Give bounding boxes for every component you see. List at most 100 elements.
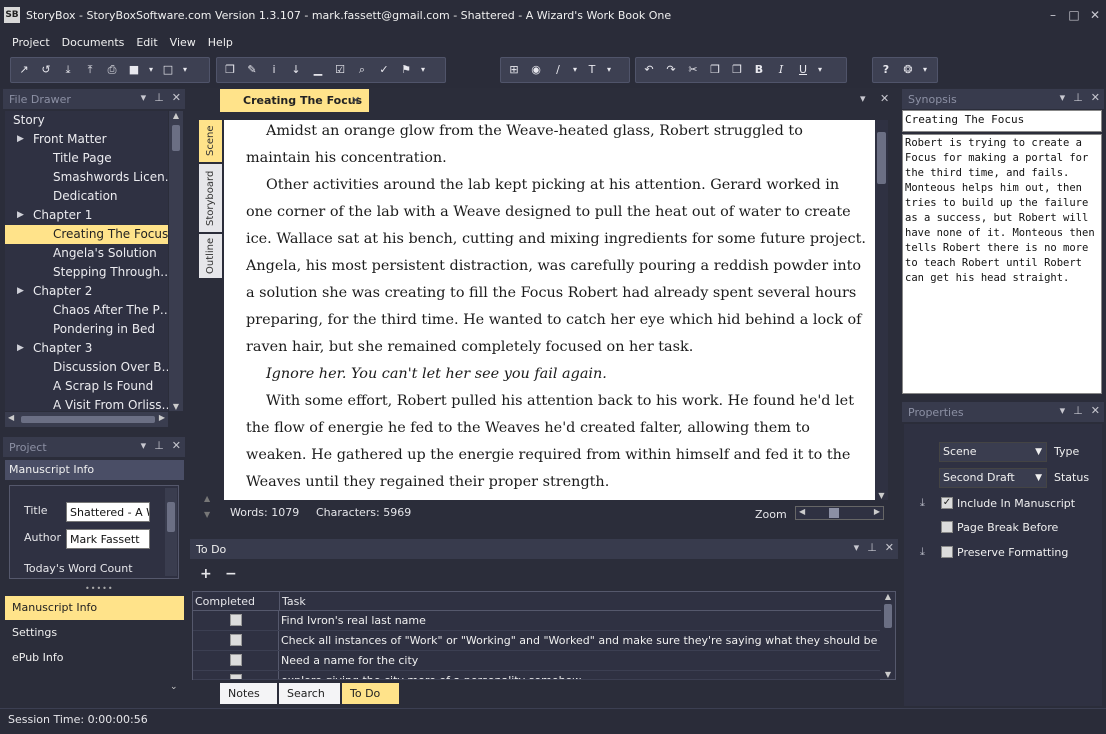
synopsis-heading-field[interactable]: Creating The Focus xyxy=(902,110,1102,132)
scroll-up-icon[interactable]: ▲ xyxy=(204,494,210,503)
scrollbar-thumb[interactable] xyxy=(877,132,886,184)
panel-menu-icon[interactable]: ▾ xyxy=(1060,91,1066,104)
paste-icon[interactable]: ❐ xyxy=(726,59,748,81)
menu-help[interactable]: Help xyxy=(202,36,239,49)
tree-item[interactable]: Smashwords Licen… xyxy=(5,168,168,187)
export-icon[interactable]: ⤒ xyxy=(79,59,101,81)
close-icon[interactable]: ✕ xyxy=(880,92,889,105)
checklist-icon[interactable]: ☑ xyxy=(329,59,351,81)
tree-item[interactable]: Pondering in Bed xyxy=(5,320,168,339)
new-document-dropdown-icon[interactable]: ▾ xyxy=(145,59,157,81)
close-tab-icon[interactable]: ✕ xyxy=(351,89,360,112)
panel-menu-icon[interactable]: ▾ xyxy=(141,439,147,452)
zoom-out-icon[interactable]: ◀ xyxy=(799,507,805,516)
menu-documents[interactable]: Documents xyxy=(56,36,131,49)
scroll-down-icon[interactable]: ▼ xyxy=(875,491,888,500)
tree-item[interactable]: Creating The Focus xyxy=(5,225,168,244)
editor-scrollbar[interactable]: ▼ xyxy=(875,120,888,500)
todo-row[interactable]: Find Ivron's real last name xyxy=(193,611,880,631)
import-icon[interactable]: ⤓ xyxy=(57,59,79,81)
author-field[interactable]: Mark Fassett xyxy=(66,529,150,549)
tree-item[interactable]: Discussion Over B… xyxy=(5,358,168,377)
sort-icon[interactable]: ↓ xyxy=(285,59,307,81)
scroll-up-icon[interactable]: ▲ xyxy=(881,592,895,601)
preserve-formatting-checkbox[interactable] xyxy=(941,546,953,558)
scroll-right-icon[interactable]: ▶ xyxy=(159,413,165,422)
tree-item[interactable]: A Scrap Is Found xyxy=(5,377,168,396)
cut-icon[interactable]: ✂ xyxy=(682,59,704,81)
flag-icon[interactable]: ⚑ xyxy=(395,59,417,81)
undo-icon[interactable]: ↶ xyxy=(638,59,660,81)
add-todo-button[interactable]: + xyxy=(200,566,212,582)
help-icon[interactable]: ? xyxy=(875,59,897,81)
nav-epub-info[interactable]: ePub Info xyxy=(5,646,184,670)
panel-menu-icon[interactable]: ▾ xyxy=(860,92,866,105)
todo-row[interactable]: explore giving the city more of a person… xyxy=(193,671,880,680)
form-scrollbar[interactable] xyxy=(165,488,177,576)
tree-item[interactable]: Chaos After The P… xyxy=(5,301,168,320)
tab-search[interactable]: Search xyxy=(279,683,340,704)
tab-outline[interactable]: Outline xyxy=(199,234,222,278)
completed-checkbox[interactable] xyxy=(230,614,242,626)
toolbar-overflow-icon[interactable]: ▾ xyxy=(179,59,191,81)
close-icon[interactable]: ✕ xyxy=(1091,91,1100,104)
zoom-slider-thumb[interactable] xyxy=(829,508,839,518)
todo-scrollbar[interactable]: ▲ ▼ xyxy=(881,592,895,679)
maximize-button[interactable]: □ xyxy=(1065,7,1083,23)
expand-arrow-icon[interactable]: ▶ xyxy=(17,130,24,149)
expand-arrow-icon[interactable]: ▶ xyxy=(17,282,24,301)
toolbar-overflow-icon[interactable]: ▾ xyxy=(814,59,826,81)
column-completed[interactable]: Completed xyxy=(195,595,255,608)
tab-todo[interactable]: To Do xyxy=(342,683,399,704)
close-icon[interactable]: ✕ xyxy=(1091,404,1100,417)
task-text[interactable]: Need a name for the city xyxy=(281,654,418,667)
document-tab[interactable]: Creating The Focus ✕ xyxy=(220,89,369,112)
scrollbar-thumb[interactable] xyxy=(167,502,175,532)
status-select[interactable]: Second Draft ▼ xyxy=(939,468,1047,488)
scrollbar-thumb[interactable] xyxy=(21,416,155,423)
close-window-button[interactable]: ✕ xyxy=(1086,7,1104,23)
minimize-button[interactable]: – xyxy=(1044,7,1062,23)
completed-checkbox[interactable] xyxy=(230,634,242,646)
panel-menu-icon[interactable]: ▾ xyxy=(1060,404,1066,417)
search-icon[interactable]: ⌕ xyxy=(351,59,373,81)
scroll-down-icon[interactable]: ▼ xyxy=(204,510,210,519)
tree-item[interactable]: Angela's Solution xyxy=(5,244,168,263)
type-select[interactable]: Scene ▼ xyxy=(939,442,1047,462)
scroll-up-icon[interactable]: ▲ xyxy=(169,111,183,120)
close-icon[interactable]: ✕ xyxy=(885,541,894,554)
tree-item[interactable]: ▶ Chapter 1 xyxy=(5,206,168,225)
tab-scene[interactable]: Scene xyxy=(199,120,222,162)
font-dropdown-icon[interactable]: ▾ xyxy=(603,59,615,81)
scene-editor[interactable]: Amidst an orange glow from the Weave-hea… xyxy=(224,120,875,500)
pen-dropdown-icon[interactable]: ▾ xyxy=(569,59,581,81)
menu-project[interactable]: Project xyxy=(6,36,56,49)
zoom-in-icon[interactable]: ▶ xyxy=(874,507,880,516)
print-icon[interactable]: ⎙ xyxy=(101,59,123,81)
scroll-left-icon[interactable]: ◀ xyxy=(8,413,14,422)
scroll-down-icon[interactable]: ▼ xyxy=(169,402,183,411)
tree-item[interactable]: ▶ Chapter 3 xyxy=(5,339,168,358)
pin-icon[interactable]: ⊥ xyxy=(154,439,164,452)
tree-item[interactable]: Title Page xyxy=(5,149,168,168)
scrollbar-thumb[interactable] xyxy=(884,604,892,628)
toolbar-overflow-icon[interactable]: ▾ xyxy=(919,59,931,81)
toolbar-overflow-icon[interactable]: ▾ xyxy=(417,59,429,81)
menu-view[interactable]: View xyxy=(164,36,202,49)
bold-icon[interactable]: B xyxy=(748,59,770,81)
tab-storyboard[interactable]: Storyboard xyxy=(199,164,222,232)
completed-checkbox[interactable] xyxy=(230,674,242,679)
bug-icon[interactable]: ❂ xyxy=(897,59,919,81)
file-drawer-scrollbar[interactable]: ▲ ▼ xyxy=(169,111,183,411)
expand-arrow-icon[interactable]: ▶ xyxy=(17,339,24,358)
tab-notes[interactable]: Notes xyxy=(220,683,277,704)
pin-icon[interactable]: ⊥ xyxy=(1073,91,1083,104)
zoom-slider[interactable]: ◀ ▶ xyxy=(795,506,884,520)
check-icon[interactable]: ✓ xyxy=(373,59,395,81)
synopsis-text-field[interactable]: Robert is trying to create a Focus for m… xyxy=(902,134,1102,394)
tree-item[interactable]: ▶ Front Matter xyxy=(5,130,168,149)
tree-item[interactable]: Dedication xyxy=(5,187,168,206)
pin-icon[interactable]: ⊥ xyxy=(1073,404,1083,417)
wand-icon[interactable]: ↗ xyxy=(13,59,35,81)
apply-down-icon[interactable]: ⤓ xyxy=(920,545,925,559)
